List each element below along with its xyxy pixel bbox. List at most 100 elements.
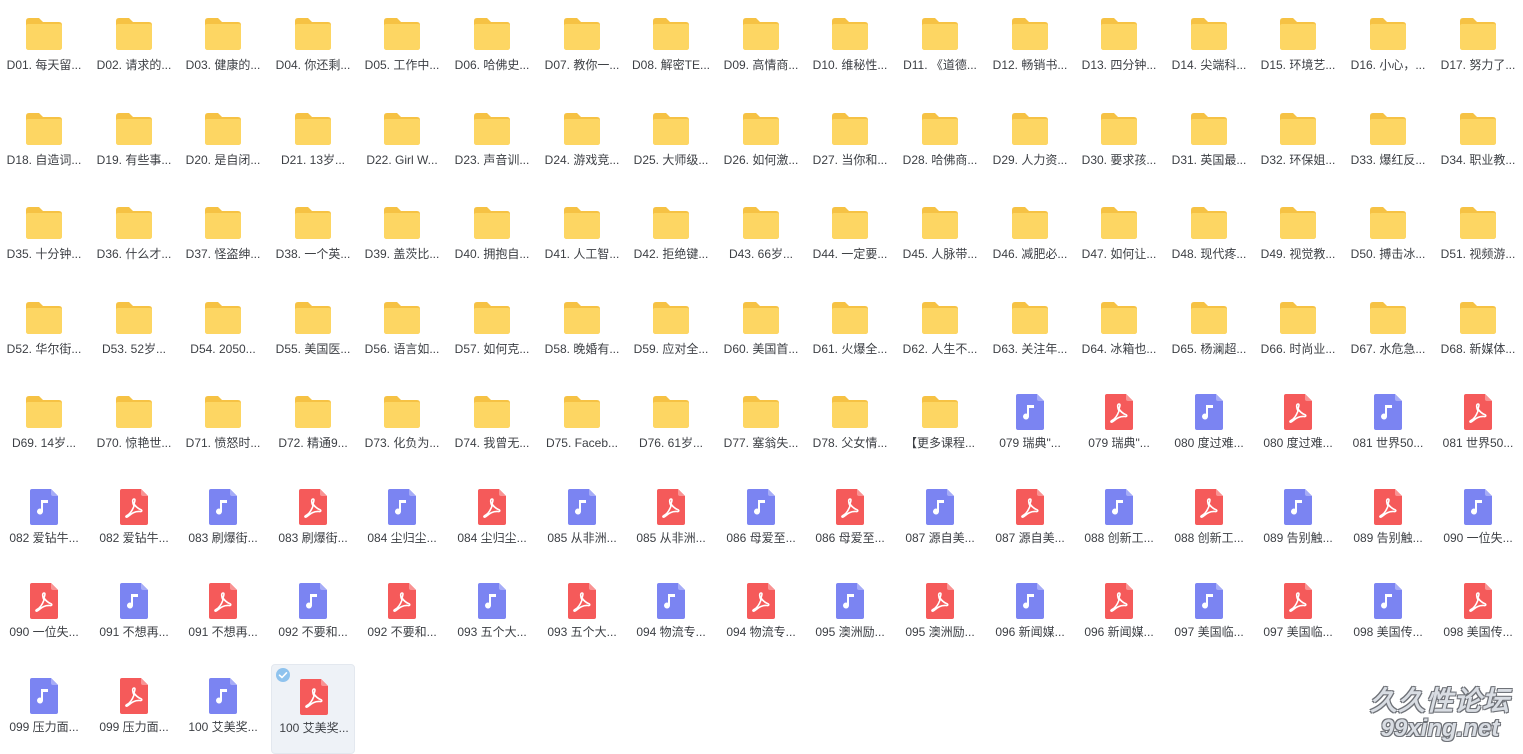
folder-item[interactable]: D59. 应对全... <box>629 286 713 376</box>
file-item[interactable]: 098 美国传... <box>1436 569 1520 659</box>
folder-item[interactable]: D56. 语言如... <box>360 286 444 376</box>
file-item[interactable]: 086 母爱至... <box>808 475 892 565</box>
folder-item[interactable]: D28. 哈佛商... <box>898 97 982 187</box>
folder-item[interactable]: D57. 如何克... <box>450 286 534 376</box>
file-item[interactable]: 095 澳洲励... <box>898 569 982 659</box>
file-item[interactable]: 098 美国传... <box>1346 569 1430 659</box>
file-item[interactable]: 088 创新工... <box>1167 475 1251 565</box>
folder-item[interactable]: D14. 尖端科... <box>1167 2 1251 92</box>
folder-item[interactable]: D27. 当你和... <box>808 97 892 187</box>
file-item[interactable]: 097 美国临... <box>1167 569 1251 659</box>
folder-item[interactable]: 【更多课程... <box>898 380 982 470</box>
file-item[interactable]: 095 澳洲励... <box>808 569 892 659</box>
folder-item[interactable]: D61. 火爆全... <box>808 286 892 376</box>
folder-item[interactable]: D39. 盖茨比... <box>360 191 444 281</box>
file-item[interactable]: 089 告别触... <box>1256 475 1340 565</box>
file-item[interactable]: 087 源自美... <box>988 475 1072 565</box>
folder-item[interactable]: D07. 教你一... <box>540 2 624 92</box>
file-item[interactable]: 082 爱钻牛... <box>2 475 86 565</box>
file-item[interactable]: 096 新闻媒... <box>988 569 1072 659</box>
folder-item[interactable]: D55. 美国医... <box>271 286 355 376</box>
folder-item[interactable]: D06. 哈佛史... <box>450 2 534 92</box>
folder-item[interactable]: D46. 减肥必... <box>988 191 1072 281</box>
folder-item[interactable]: D08. 解密TE... <box>629 2 713 92</box>
folder-item[interactable]: D64. 冰箱也... <box>1077 286 1161 376</box>
file-item[interactable]: 090 一位失... <box>2 569 86 659</box>
file-item[interactable]: 099 压力面... <box>2 664 86 754</box>
file-item[interactable]: 092 不要和... <box>360 569 444 659</box>
folder-item[interactable]: D60. 美国首... <box>719 286 803 376</box>
folder-item[interactable]: D05. 工作中... <box>360 2 444 92</box>
folder-item[interactable]: D45. 人脉带... <box>898 191 982 281</box>
folder-item[interactable]: D23. 声音训... <box>450 97 534 187</box>
folder-item[interactable]: D24. 游戏竞... <box>540 97 624 187</box>
file-item[interactable]: 097 美国临... <box>1256 569 1340 659</box>
folder-item[interactable]: D70. 惊艳世... <box>92 380 176 470</box>
file-item[interactable]: 096 新闻媒... <box>1077 569 1161 659</box>
folder-item[interactable]: D15. 环境艺... <box>1256 2 1340 92</box>
file-item[interactable]: 084 尘归尘... <box>450 475 534 565</box>
folder-item[interactable]: D49. 视觉教... <box>1256 191 1340 281</box>
file-item[interactable]: 094 物流专... <box>629 569 713 659</box>
folder-item[interactable]: D26. 如何激... <box>719 97 803 187</box>
folder-item[interactable]: D66. 时尚业... <box>1256 286 1340 376</box>
folder-item[interactable]: D11. 《道德... <box>898 2 982 92</box>
folder-item[interactable]: D12. 畅销书... <box>988 2 1072 92</box>
folder-item[interactable]: D63. 关注年... <box>988 286 1072 376</box>
folder-item[interactable]: D41. 人工智... <box>540 191 624 281</box>
file-item[interactable]: 083 刷爆街... <box>181 475 265 565</box>
file-item[interactable]: 091 不想再... <box>181 569 265 659</box>
file-item[interactable]: 093 五个大... <box>540 569 624 659</box>
file-item[interactable]: 084 尘归尘... <box>360 475 444 565</box>
folder-item[interactable]: D10. 维秘性... <box>808 2 892 92</box>
folder-item[interactable]: D31. 英国最... <box>1167 97 1251 187</box>
folder-item[interactable]: D22. Girl W... <box>360 97 444 187</box>
folder-item[interactable]: D19. 有些事... <box>92 97 176 187</box>
folder-item[interactable]: D50. 搏击冰... <box>1346 191 1430 281</box>
folder-item[interactable]: D21. 13岁... <box>271 97 355 187</box>
folder-item[interactable]: D09. 高情商... <box>719 2 803 92</box>
folder-item[interactable]: D47. 如何让... <box>1077 191 1161 281</box>
folder-item[interactable]: D76. 61岁... <box>629 380 713 470</box>
folder-item[interactable]: D36. 什么才... <box>92 191 176 281</box>
folder-item[interactable]: D69. 14岁... <box>2 380 86 470</box>
folder-item[interactable]: D30. 要求孩... <box>1077 97 1161 187</box>
file-item[interactable]: 093 五个大... <box>450 569 534 659</box>
folder-item[interactable]: D01. 每天留... <box>2 2 86 92</box>
folder-item[interactable]: D33. 爆红反... <box>1346 97 1430 187</box>
file-item[interactable]: 099 压力面... <box>92 664 176 754</box>
file-item[interactable]: 089 告别触... <box>1346 475 1430 565</box>
file-item[interactable]: 080 度过难... <box>1167 380 1251 470</box>
folder-item[interactable]: D51. 视频游... <box>1436 191 1520 281</box>
folder-item[interactable]: D37. 怪盗绅... <box>181 191 265 281</box>
folder-item[interactable]: D68. 新媒体... <box>1436 286 1520 376</box>
folder-item[interactable]: D73. 化负为... <box>360 380 444 470</box>
folder-item[interactable]: D48. 现代疼... <box>1167 191 1251 281</box>
folder-item[interactable]: D75. Faceb... <box>540 380 624 470</box>
file-item[interactable]: 100 艾美奖... <box>181 664 265 754</box>
folder-item[interactable]: D52. 华尔街... <box>2 286 86 376</box>
folder-item[interactable]: D16. 小心，... <box>1346 2 1430 92</box>
folder-item[interactable]: D18. 自造词... <box>2 97 86 187</box>
folder-item[interactable]: D40. 拥抱自... <box>450 191 534 281</box>
file-item[interactable]: 083 刷爆街... <box>271 475 355 565</box>
folder-item[interactable]: D13. 四分钟... <box>1077 2 1161 92</box>
file-item[interactable]: 088 创新工... <box>1077 475 1161 565</box>
file-item[interactable]: 080 度过难... <box>1256 380 1340 470</box>
file-item[interactable]: 090 一位失... <box>1436 475 1520 565</box>
file-item[interactable]: 086 母爱至... <box>719 475 803 565</box>
folder-item[interactable]: D42. 拒绝键... <box>629 191 713 281</box>
folder-item[interactable]: D78. 父女情... <box>808 380 892 470</box>
folder-item[interactable]: D34. 职业教... <box>1436 97 1520 187</box>
folder-item[interactable]: D25. 大师级... <box>629 97 713 187</box>
file-item[interactable]: 079 瑞典"... <box>988 380 1072 470</box>
folder-item[interactable]: D58. 晚婚有... <box>540 286 624 376</box>
folder-item[interactable]: D32. 环保姐... <box>1256 97 1340 187</box>
folder-item[interactable]: D65. 杨澜超... <box>1167 286 1251 376</box>
file-item[interactable]: 085 从非洲... <box>540 475 624 565</box>
file-item[interactable]: 085 从非洲... <box>629 475 713 565</box>
selected-check-icon[interactable] <box>276 668 290 682</box>
folder-item[interactable]: D72. 精通9... <box>271 380 355 470</box>
file-item[interactable]: 087 源自美... <box>898 475 982 565</box>
file-item[interactable]: 082 爱钻牛... <box>92 475 176 565</box>
